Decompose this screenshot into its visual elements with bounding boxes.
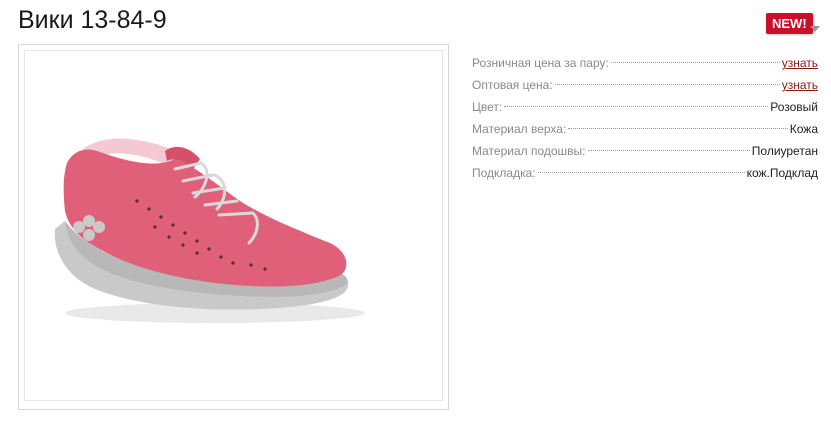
new-badge: NEW! <box>766 13 813 34</box>
dot-leader <box>568 128 788 129</box>
spec-label: Цвет: <box>472 100 503 114</box>
spec-list: Розничная цена за пару: узнать Оптовая ц… <box>472 52 818 184</box>
dot-leader <box>554 84 780 85</box>
product-image-frame[interactable] <box>18 44 449 410</box>
dot-leader <box>587 150 750 151</box>
badge-tail <box>810 26 820 32</box>
spec-label: Материал подошвы: <box>472 144 586 158</box>
spec-row-color: Цвет: Розовый <box>472 96 818 118</box>
spec-row-lining: Подкладка: кож.Подклад <box>472 162 818 184</box>
spec-label: Подкладка: <box>472 166 536 180</box>
spec-row-wholesale-price: Оптовая цена: узнать <box>472 74 818 96</box>
product-title: Вики 13-84-9 <box>18 6 167 34</box>
spec-row-retail-price: Розничная цена за пару: узнать <box>472 52 818 74</box>
dot-leader <box>504 106 769 107</box>
dot-leader <box>610 62 780 63</box>
product-image[interactable] <box>24 50 443 401</box>
spec-value: Кожа <box>789 122 818 136</box>
spec-row-sole-material: Материал подошвы: Полиуретан <box>472 140 818 162</box>
spec-value: Розовый <box>770 100 818 114</box>
spec-label: Материал верха: <box>472 122 567 136</box>
spec-label: Розничная цена за пару: <box>472 56 609 70</box>
retail-price-link[interactable]: узнать <box>782 52 818 74</box>
spec-row-upper-material: Материал верха: Кожа <box>472 118 818 140</box>
spec-label: Оптовая цена: <box>472 78 553 92</box>
spec-value: кож.Подклад <box>746 166 818 180</box>
wholesale-price-link[interactable]: узнать <box>782 74 818 96</box>
sneaker-icon <box>54 138 365 323</box>
dot-leader <box>537 172 745 173</box>
spec-value: Полиуретан <box>751 144 818 158</box>
